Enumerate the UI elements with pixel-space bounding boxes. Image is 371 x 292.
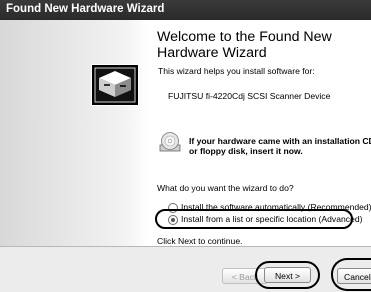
highlight-oval-cancel <box>331 258 371 291</box>
title-bar[interactable]: Found New Hardware Wizard <box>0 0 371 20</box>
hardware-wizard-icon <box>91 64 139 106</box>
highlight-oval-next <box>255 261 320 289</box>
cd-icon <box>159 132 181 152</box>
question-text: What do you want the wizard to do? <box>157 183 294 193</box>
highlight-oval-option <box>155 209 353 229</box>
page-title: Welcome to the Found New Hardware Wizard <box>157 29 332 61</box>
intro-text: This wizard helps you install software f… <box>158 66 315 76</box>
wizard-side-panel <box>0 20 148 246</box>
cd-prompt-line2: or floppy disk, insert it now. <box>189 146 303 156</box>
device-name: FUJITSU fi-4220Cdj SCSI Scanner Device <box>168 91 331 101</box>
window-title: Found New Hardware Wizard <box>6 3 165 15</box>
wizard-window: Found New Hardware Wizard Welcome to the… <box>0 0 371 292</box>
